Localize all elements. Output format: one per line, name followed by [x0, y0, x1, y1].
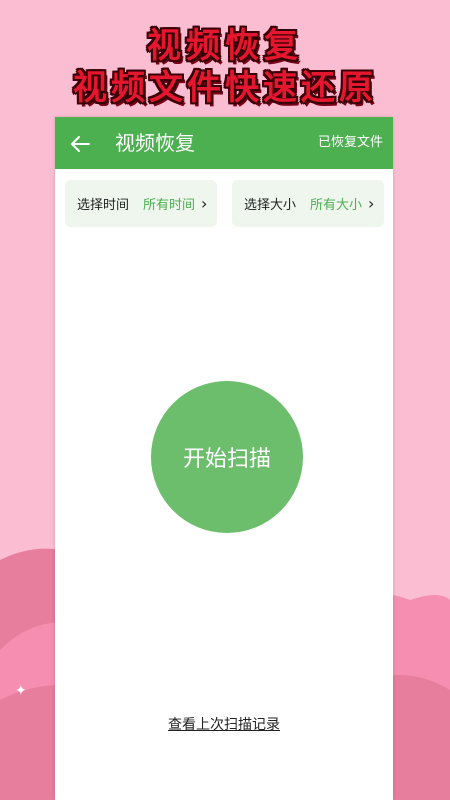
time-filter-label: 选择时间	[77, 198, 130, 213]
sparkle-icon: ✦	[15, 683, 27, 699]
size-filter-value: 所有大小	[310, 198, 363, 213]
time-filter[interactable]: 选择时间 所有时间 ›	[65, 180, 217, 227]
scan-history-link[interactable]: 查看上次扫描记录	[55, 714, 393, 734]
page-title: 视频恢复	[115, 131, 195, 155]
size-filter-label: 选择大小	[244, 198, 297, 213]
app-bar: 视频恢复 已恢复文件	[55, 117, 393, 169]
time-filter-value: 所有时间	[143, 198, 196, 213]
start-scan-button[interactable]: 开始扫描	[151, 381, 303, 533]
chevron-right-icon: ›	[201, 194, 208, 213]
chevron-right-icon: ›	[368, 194, 375, 213]
recovered-files-button[interactable]: 已恢复文件	[318, 117, 383, 169]
app-screen: 视频恢复 已恢复文件 选择时间 所有时间 › 选择大小 所有大小 › 开始扫描 …	[55, 117, 393, 800]
size-filter[interactable]: 选择大小 所有大小 ›	[232, 180, 384, 227]
promo-headline-2: 视频文件快速还原	[73, 68, 377, 108]
arrow-left-icon[interactable]	[69, 133, 91, 155]
